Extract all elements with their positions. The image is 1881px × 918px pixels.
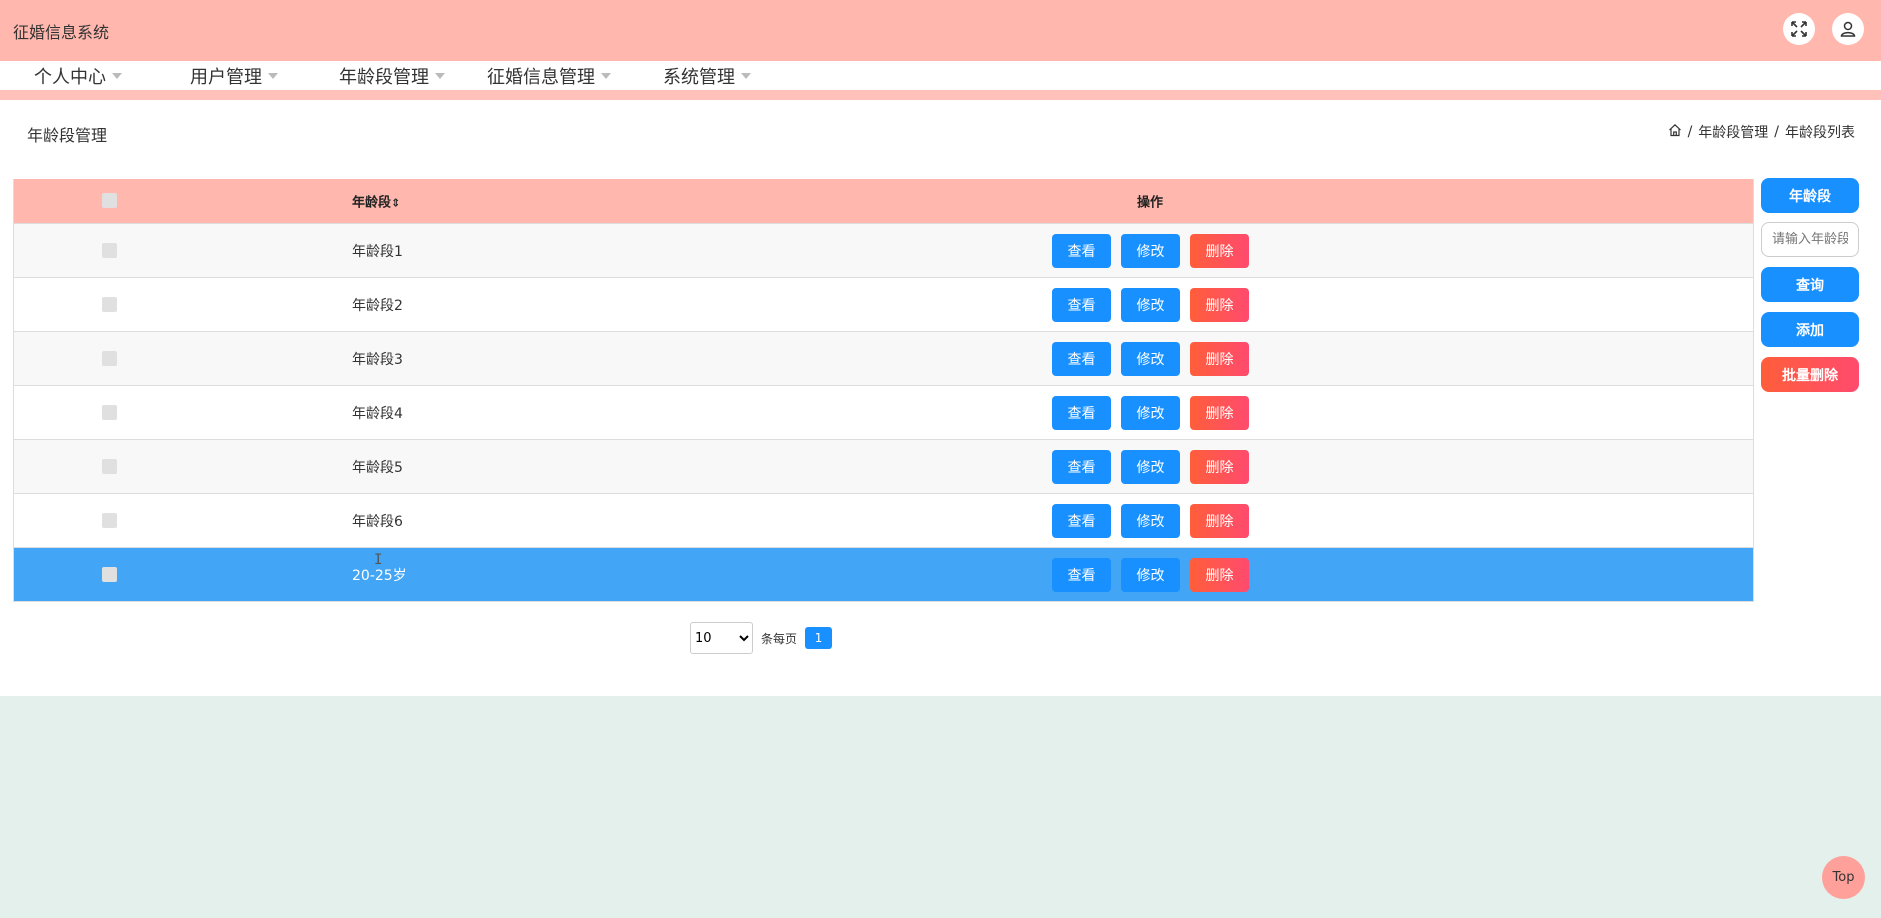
delete-button[interactable]: 删除 (1190, 287, 1249, 322)
view-button[interactable]: 查看 (1052, 503, 1111, 538)
table-row: 年龄段2 查看 修改 删除 (14, 277, 1753, 331)
user-icon[interactable] (1832, 13, 1864, 45)
table-row: 年龄段3 查看 修改 删除 (14, 331, 1753, 385)
age-range-cell: 年龄段6 (352, 513, 403, 530)
nav-label: 年龄段管理 (339, 67, 429, 88)
select-all-checkbox[interactable] (102, 193, 117, 208)
row-checkbox[interactable] (102, 512, 117, 528)
nav-item-personal-center[interactable]: 个人中心 (34, 63, 122, 89)
caret-down-icon (435, 73, 445, 79)
expand-icon[interactable] (1783, 13, 1815, 45)
table-row: 年龄段1 查看 修改 删除 (14, 223, 1753, 277)
search-panel: 年龄段 查询 添加 批量删除 (1761, 178, 1859, 392)
row-checkbox[interactable] (102, 350, 117, 366)
column-header-operations: 操作 (1137, 195, 1164, 211)
view-button[interactable]: 查看 (1052, 233, 1111, 268)
caret-down-icon (112, 73, 122, 79)
query-button[interactable]: 查询 (1761, 267, 1859, 302)
table-row-selected: 20-25岁 查看 修改 删除 (14, 547, 1753, 601)
edit-button[interactable]: 修改 (1121, 341, 1180, 376)
row-actions: 查看 修改 删除 (1052, 449, 1249, 484)
back-to-top-button[interactable]: Top (1822, 856, 1865, 899)
edit-button[interactable]: 修改 (1121, 557, 1180, 592)
row-checkbox[interactable] (102, 458, 117, 474)
pagination: 10 条每页 1 (690, 622, 833, 654)
top-bar: 征婚信息系统 (0, 0, 1881, 61)
text-cursor-icon: I (374, 552, 383, 568)
age-range-table: 年龄段⇕ 操作 年龄段1 查看 修改 删除 年龄段2 查看 修改 删除 年龄段3 (13, 179, 1754, 602)
app-title: 征婚信息系统 (13, 23, 110, 42)
age-range-cell: 年龄段3 (352, 351, 403, 368)
caret-down-icon (268, 73, 278, 79)
edit-button[interactable]: 修改 (1121, 503, 1180, 538)
row-checkbox[interactable] (102, 296, 117, 312)
page-title: 年龄段管理 (27, 126, 108, 145)
view-button[interactable]: 查看 (1052, 287, 1111, 322)
breadcrumb-item: 年龄段列表 (1785, 125, 1855, 141)
delete-button[interactable]: 删除 (1190, 233, 1249, 268)
edit-button[interactable]: 修改 (1121, 233, 1180, 268)
breadcrumb-separator: / (1687, 124, 1693, 140)
page-size-select[interactable]: 10 (690, 622, 753, 654)
row-checkbox[interactable] (102, 566, 117, 582)
row-actions: 查看 修改 删除 (1052, 557, 1249, 592)
row-checkbox[interactable] (102, 242, 117, 258)
age-range-cell: 年龄段5 (352, 459, 403, 476)
row-actions: 查看 修改 删除 (1052, 503, 1249, 538)
nav-item-user-management[interactable]: 用户管理 (190, 63, 278, 89)
caret-down-icon (601, 73, 611, 79)
column-header-age-range[interactable]: 年龄段⇕ (352, 192, 400, 211)
add-button[interactable]: 添加 (1761, 312, 1859, 347)
nav-label: 个人中心 (34, 67, 106, 88)
age-range-cell: 年龄段1 (352, 243, 403, 260)
nav-label: 征婚信息管理 (487, 67, 595, 88)
row-checkbox[interactable] (102, 404, 117, 420)
row-actions: 查看 修改 删除 (1052, 287, 1249, 322)
delete-button[interactable]: 删除 (1190, 395, 1249, 430)
batch-delete-button[interactable]: 批量删除 (1761, 357, 1859, 392)
nav-item-system-management[interactable]: 系统管理 (663, 63, 751, 89)
delete-button[interactable]: 删除 (1190, 503, 1249, 538)
breadcrumb-item[interactable]: 年龄段管理 (1698, 122, 1768, 142)
page-number-button[interactable]: 1 (805, 627, 833, 649)
per-page-label: 条每页 (761, 631, 798, 646)
main-nav: 个人中心 用户管理 年龄段管理 征婚信息管理 系统管理 (0, 61, 1881, 90)
view-button[interactable]: 查看 (1052, 395, 1111, 430)
view-button[interactable]: 查看 (1052, 449, 1111, 484)
age-range-cell: 年龄段2 (352, 297, 403, 314)
age-range-cell: 年龄段4 (352, 405, 403, 422)
nav-item-marriage-info-management[interactable]: 征婚信息管理 (487, 63, 611, 89)
nav-divider (0, 90, 1881, 100)
table-row: 年龄段4 查看 修改 删除 (14, 385, 1753, 439)
age-range-label-button[interactable]: 年龄段 (1761, 178, 1859, 213)
table-row: 年龄段6 查看 修改 删除 (14, 493, 1753, 547)
breadcrumb-separator: / (1774, 124, 1779, 140)
caret-down-icon (741, 73, 751, 79)
table-row: 年龄段5 查看 修改 删除 (14, 439, 1753, 493)
table-header: 年龄段⇕ 操作 (14, 179, 1753, 223)
sort-icon[interactable]: ⇕ (391, 197, 400, 210)
search-input[interactable] (1761, 222, 1859, 257)
breadcrumb: / 年龄段管理 / 年龄段列表 (1668, 122, 1855, 142)
row-actions: 查看 修改 删除 (1052, 341, 1249, 376)
edit-button[interactable]: 修改 (1121, 287, 1180, 322)
nav-label: 系统管理 (663, 67, 735, 88)
nav-item-age-range-management[interactable]: 年龄段管理 (339, 63, 445, 89)
edit-button[interactable]: 修改 (1121, 449, 1180, 484)
delete-button[interactable]: 删除 (1190, 557, 1249, 592)
delete-button[interactable]: 删除 (1190, 341, 1249, 376)
main-content: 年龄段管理 / 年龄段管理 / 年龄段列表 年龄段⇕ 操作 年龄段1 查看 修改… (0, 100, 1881, 696)
home-icon[interactable] (1668, 123, 1682, 141)
view-button[interactable]: 查看 (1052, 557, 1111, 592)
delete-button[interactable]: 删除 (1190, 449, 1249, 484)
view-button[interactable]: 查看 (1052, 341, 1111, 376)
row-actions: 查看 修改 删除 (1052, 233, 1249, 268)
row-actions: 查看 修改 删除 (1052, 395, 1249, 430)
nav-label: 用户管理 (190, 67, 262, 88)
column-header-label: 年龄段 (352, 195, 392, 211)
edit-button[interactable]: 修改 (1121, 395, 1180, 430)
